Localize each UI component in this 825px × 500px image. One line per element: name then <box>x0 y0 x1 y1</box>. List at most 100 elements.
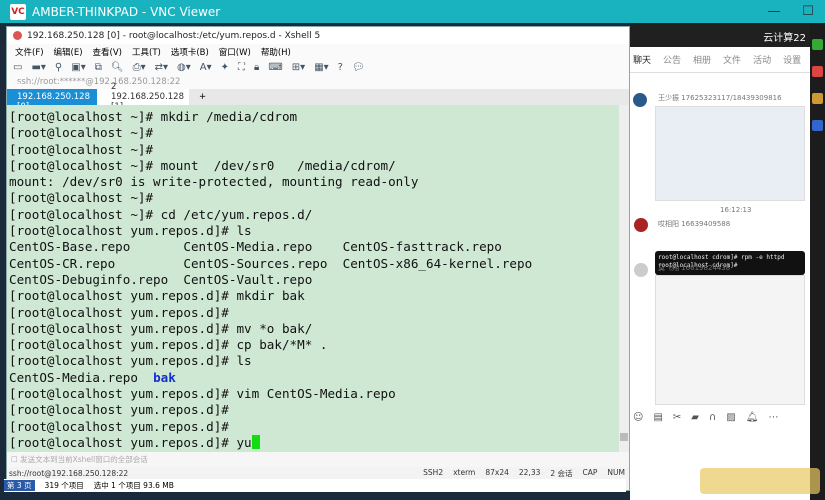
message-sender: 哎相阳 16639409588 <box>658 220 731 228</box>
terminal-line: [root@localhost yum.repos.d]# ls <box>9 223 252 239</box>
chat-header: 云计算22 <box>630 23 810 47</box>
explorer-status-bar: 第 3 页 319 个项目 选中 1 个项目 93.6 MB <box>4 479 626 492</box>
status-item: 22,33 <box>518 468 541 477</box>
current-line-text: [root@localhost yum.repos.d]# yu <box>9 434 252 450</box>
tab-session-2[interactable]: 2 192.168.250.128 [1] <box>97 82 189 112</box>
send-bar-text: 发送文本到当前Xshell窗口的全部会话 <box>20 455 148 464</box>
toolbar: ▭ ▬▾ ⚲ ▣▾ ⧉ 🔍︎ ⎙▾ ⇄▾ ◍▾ A▾ ✦ ⛶ 🔒︎ ⌨ ⊞▾ ▦… <box>7 59 629 75</box>
help-icon[interactable]: ? <box>338 62 343 73</box>
group-name: 云计算22 <box>763 33 806 44</box>
menu-view[interactable]: 查看(V) <box>93 46 122 58</box>
bell-icon[interactable]: 🔔︎ <box>746 412 759 423</box>
menu-tabs[interactable]: 选项卡(B) <box>171 46 209 58</box>
app-icon[interactable] <box>812 120 823 131</box>
tab-files[interactable]: 文件 <box>723 53 741 66</box>
avatar[interactable] <box>634 263 648 277</box>
chat-icon[interactable]: 💬︎ <box>352 62 365 73</box>
menu-edit[interactable]: 编辑(E) <box>54 46 83 58</box>
copy-icon[interactable]: ⧉ <box>95 62 102 73</box>
tab-chat[interactable]: 聊天 <box>633 53 651 66</box>
tab-activity[interactable]: 活动 <box>753 53 771 66</box>
menu-window[interactable]: 窗口(W) <box>219 46 251 58</box>
terminal-line: CentOS-Base.repo CentOS-Media.repo CentO… <box>9 239 502 255</box>
more-icon[interactable]: ⋯ <box>768 412 778 423</box>
status-item: 2 会话 <box>550 469 573 478</box>
scissors-icon[interactable]: ✂ <box>673 412 681 423</box>
image-icon[interactable]: ▨ <box>726 412 735 423</box>
properties-icon[interactable]: ▣▾ <box>71 62 85 73</box>
status-item: NUM <box>607 468 625 477</box>
terminal-line: mount: /dev/sr0 is write-protected, moun… <box>9 174 419 190</box>
scrollbar-thumb[interactable] <box>620 433 628 441</box>
font-icon[interactable]: A▾ <box>200 62 212 73</box>
transfer-icon[interactable]: ⇄▾ <box>155 62 168 73</box>
maximize-button[interactable]: ☐ <box>791 0 825 23</box>
print-icon[interactable]: ⎙▾ <box>133 62 146 73</box>
app-icon[interactable] <box>812 66 823 77</box>
gif-icon[interactable]: ▤ <box>653 412 662 423</box>
status-item: CAP <box>582 468 598 477</box>
chat-window: 云计算22 聊天 公告 相册 文件 活动 设置 王少振 17625323117/… <box>630 23 810 500</box>
vnc-logo-icon: VC <box>10 3 26 20</box>
message-image[interactable] <box>655 106 805 201</box>
minimize-button[interactable]: — <box>757 0 791 23</box>
terminal[interactable]: [root@localhost ~]# mkdir /media/cdrom [r… <box>7 105 621 452</box>
status-item: 87x24 <box>485 468 509 477</box>
ls-dir: bak <box>153 369 176 385</box>
terminal-line: CentOS-CR.repo CentOS-Sources.repo CentO… <box>9 255 533 271</box>
cursor <box>251 434 260 449</box>
avatar[interactable] <box>634 218 648 232</box>
xshell-title: 192.168.250.128 [0] - root@localhost:/et… <box>27 30 321 41</box>
message-time: 16:12:13 <box>720 206 752 214</box>
app-icon[interactable] <box>812 39 823 50</box>
terminal-line: [root@localhost ~]# cd /etc/yum.repos.d/ <box>9 206 313 222</box>
connect-icon[interactable]: ⚲ <box>55 62 62 73</box>
side-taskbar <box>810 23 825 500</box>
chat-toolbar: ☺ ▤ ✂ ▰ ∩ ▨ 🔔︎ ⋯ <box>633 412 778 423</box>
globe-icon[interactable]: ◍▾ <box>177 62 191 73</box>
watermark-logo <box>700 468 820 494</box>
emoji-icon[interactable]: ☺ <box>633 412 643 423</box>
new-session-icon[interactable]: ▭ <box>13 62 22 73</box>
lock-icon[interactable]: 🔒︎ <box>254 62 259 73</box>
menu-tools[interactable]: 工具(T) <box>132 46 161 58</box>
terminal-line: [root@localhost yum.repos.d]# <box>9 402 229 418</box>
terminal-line: [root@localhost ~]# mkdir /media/cdrom <box>9 109 298 124</box>
terminal-scrollbar[interactable] <box>619 105 629 452</box>
app-icon[interactable] <box>812 93 823 104</box>
message-image[interactable] <box>655 275 805 405</box>
xshell-title-bar: 192.168.250.128 [0] - root@localhost:/et… <box>7 27 629 44</box>
fullscreen-icon[interactable]: ⛶ <box>238 62 245 73</box>
terminal-line: [root@localhost yum.repos.d]# vim CentOS… <box>9 386 396 402</box>
tab-session-1[interactable]: 1 192.168.250.128 [0] <box>7 82 97 112</box>
terminal-line: [root@localhost ~]# <box>9 141 154 157</box>
terminal-line: [root@localhost yum.repos.d]# <box>9 304 229 320</box>
tab-album[interactable]: 相册 <box>693 53 711 66</box>
address-bar[interactable]: ssh://root:******@192.168.250.128:22 <box>7 75 629 89</box>
tab-settings[interactable]: 设置 <box>783 53 801 66</box>
keyboard-icon[interactable]: ⌨ <box>268 62 282 73</box>
folder-icon[interactable]: ▰ <box>691 412 699 423</box>
cmd-line: root@localhost cdrom]# rpm -e httpd <box>658 254 785 261</box>
item-count: 319 个项目 <box>44 481 84 490</box>
open-folder-icon[interactable]: ▬▾ <box>31 62 45 73</box>
page-indicator: 第 3 页 <box>4 480 35 491</box>
terminal-line: [root@localhost yum.repos.d]# cp bak/*M*… <box>9 337 328 353</box>
search-icon[interactable]: 🔍︎ <box>111 62 124 73</box>
avatar[interactable] <box>633 93 647 107</box>
tab-notice[interactable]: 公告 <box>663 53 681 66</box>
terminal-current-line: [root@localhost yum.repos.d]# yu <box>9 434 621 451</box>
terminal-line: CentOS-Debuginfo.repo CentOS-Vault.repo <box>9 271 313 287</box>
terminal-line: [root@localhost yum.repos.d]# ls <box>9 353 252 369</box>
menu-help[interactable]: 帮助(H) <box>261 46 291 58</box>
xftp-icon[interactable]: ✦ <box>221 62 229 73</box>
menu-file[interactable]: 文件(F) <box>15 46 44 58</box>
layout-icon[interactable]: ▦▾ <box>314 62 328 73</box>
headphones-icon[interactable]: ∩ <box>709 412 716 423</box>
ls-file: CentOS-Media.repo <box>9 369 154 385</box>
status-connection: ssh://root@192.168.250.128:22 <box>9 469 129 478</box>
send-bar[interactable]: ☐ 发送文本到当前Xshell窗口的全部会话 <box>7 452 629 467</box>
add-tab-button[interactable]: + <box>189 89 216 105</box>
terminal-line: [root@localhost yum.repos.d]# mkdir bak <box>9 288 305 304</box>
script-icon[interactable]: ⊞▾ <box>292 62 305 73</box>
